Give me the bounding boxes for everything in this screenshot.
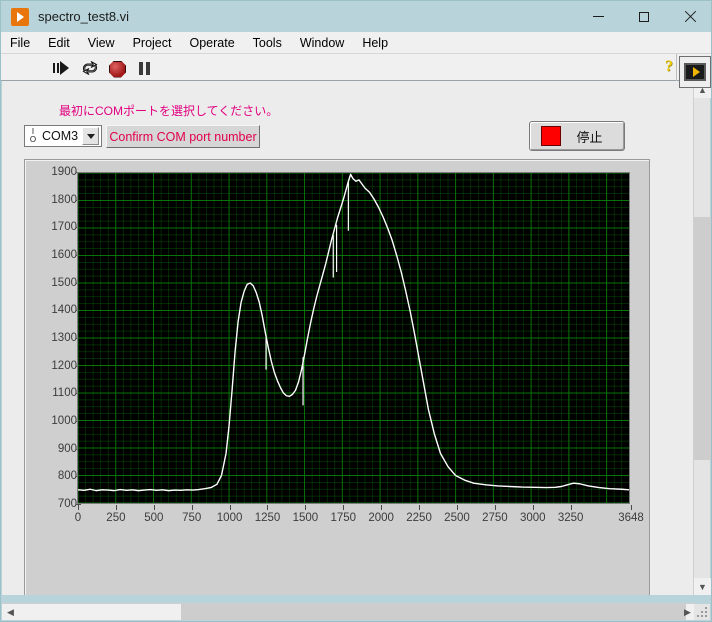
- x-tick-mark: [305, 505, 307, 510]
- x-tick-label: 1750: [330, 512, 357, 524]
- stop-button-label: 停止: [576, 129, 603, 145]
- x-tick-label: 1000: [216, 512, 243, 524]
- y-tick-label: 1700: [51, 221, 77, 234]
- horizontal-scrollbar-thumb[interactable]: [181, 604, 686, 620]
- x-tick-mark: [343, 505, 345, 510]
- x-tick-label: 0: [74, 512, 82, 524]
- x-tick-mark: [494, 505, 496, 510]
- x-tick-label: 2000: [368, 512, 394, 524]
- menu-item-help[interactable]: Help: [353, 33, 397, 53]
- menu-item-file[interactable]: File: [1, 33, 39, 53]
- x-tick-mark: [267, 505, 269, 510]
- run-continuously-icon[interactable]: [80, 58, 100, 78]
- y-tick-label: 700: [57, 498, 77, 510]
- y-tick-label: 1000: [51, 415, 77, 427]
- x-tick-label: 750: [182, 512, 202, 524]
- vi-front-panel-button[interactable]: [679, 56, 711, 88]
- x-tick-label: 1500: [292, 512, 319, 524]
- resize-grip-icon[interactable]: [694, 604, 710, 620]
- x-tick-label: 500: [144, 512, 164, 524]
- com-port-value: COM3: [42, 129, 79, 143]
- plot-area[interactable]: [77, 172, 630, 504]
- y-tick-label: 1900: [51, 166, 77, 178]
- context-help-icon[interactable]: ?: [665, 58, 673, 76]
- x-tick-mark: [456, 505, 458, 510]
- y-tick-label: 1600: [51, 249, 77, 261]
- y-tick-label: 900: [57, 442, 77, 455]
- scroll-down-button[interactable]: ▼: [694, 578, 711, 595]
- x-tick-label: 2500: [444, 512, 470, 524]
- pause-icon[interactable]: [135, 58, 155, 78]
- front-panel: 最初にCOMポートを選択してください。 I O COM3 Confirm COM…: [2, 81, 694, 595]
- x-tick-label: 2250: [406, 512, 432, 524]
- menu-item-window[interactable]: Window: [291, 33, 353, 53]
- y-tick-label: 800: [57, 470, 77, 483]
- y-tick-label: 1300: [51, 332, 77, 344]
- y-axis: 700 800 900 1000 1100 1200 1300 1400 1500 1600 170…: [25, 160, 81, 510]
- x-tick-mark: [532, 505, 534, 510]
- minimize-icon: [592, 16, 604, 17]
- x-axis: 0 250 500 750 1000 1250 1500 1750 2000 2250 2500 27…: [74, 505, 644, 535]
- x-tick-mark: [115, 505, 117, 510]
- vi-front-panel-icon: [684, 63, 706, 81]
- close-button[interactable]: [667, 1, 711, 32]
- com-port-select[interactable]: I O COM3: [24, 125, 102, 147]
- maximize-button[interactable]: [621, 1, 667, 32]
- menu-item-edit[interactable]: Edit: [39, 33, 79, 53]
- chevron-down-icon[interactable]: [82, 127, 99, 145]
- labview-vi-icon: [11, 7, 29, 26]
- horizontal-scrollbar[interactable]: ◀ ▶: [2, 603, 696, 620]
- x-tick-mark: [229, 505, 231, 510]
- menu-bar: File Edit View Project Operate Tools Win…: [1, 32, 711, 54]
- menu-item-tools[interactable]: Tools: [244, 33, 291, 53]
- y-tick-label: 1200: [51, 359, 77, 372]
- com-port-notice: 最初にCOMポートを選択してください。: [59, 104, 279, 118]
- run-arrow-icon[interactable]: [51, 58, 71, 78]
- x-tick-label: 2750: [482, 512, 508, 524]
- x-tick-label: 3648: [618, 512, 644, 524]
- scroll-left-button[interactable]: ◀: [2, 604, 19, 620]
- y-tick-label: 1100: [52, 387, 77, 400]
- application-window: spectro_test8.vi File Edit View Project …: [0, 0, 712, 622]
- minimize-button[interactable]: [575, 1, 621, 32]
- toolbar: ?: [1, 54, 711, 88]
- menu-item-operate[interactable]: Operate: [180, 33, 243, 53]
- x-tick-label: 3000: [519, 512, 546, 524]
- stop-led-icon: [541, 126, 561, 146]
- y-tick-label: 1400: [51, 304, 77, 317]
- confirm-com-port-button[interactable]: Confirm COM port number: [106, 125, 260, 148]
- x-tick-label: 1250: [254, 512, 281, 524]
- x-tick-label: 250: [106, 512, 126, 524]
- y-tick-label: 1800: [51, 193, 77, 206]
- maximize-icon: [639, 11, 649, 22]
- io-indicator-icon: I O: [26, 128, 40, 144]
- waveform-graph[interactable]: 700 800 900 1000 1100 1200 1300 1400 1500 1600 170…: [24, 159, 650, 595]
- close-icon: [684, 11, 696, 23]
- x-tick-mark: [570, 505, 572, 510]
- x-tick-mark: [419, 505, 421, 510]
- x-tick-mark: [191, 505, 193, 510]
- vertical-scrollbar-thumb[interactable]: [694, 217, 711, 460]
- x-tick-mark: [153, 505, 155, 510]
- stop-button[interactable]: 停止: [529, 121, 625, 151]
- abort-execution-icon[interactable]: [109, 60, 126, 78]
- x-tick-mark: [381, 505, 383, 510]
- io-glyph-bottom: O: [29, 135, 37, 144]
- toolbar-divider: [676, 54, 677, 81]
- toolbar-icon-group: [51, 57, 155, 78]
- title-bar: spectro_test8.vi: [1, 1, 711, 32]
- spectrum-plot: [78, 173, 629, 503]
- x-tick-label: 3250: [557, 512, 584, 524]
- window-controls: [575, 1, 711, 32]
- y-tick-label: 1500: [51, 276, 77, 289]
- vertical-scrollbar[interactable]: ▲ ▼: [693, 81, 711, 595]
- window-title: spectro_test8.vi: [38, 9, 130, 24]
- grid-lines: [78, 173, 629, 503]
- menu-item-view[interactable]: View: [79, 33, 124, 53]
- menu-item-project[interactable]: Project: [124, 33, 181, 53]
- x-tick-mark: [631, 505, 632, 510]
- x-tick-mark: [78, 505, 79, 510]
